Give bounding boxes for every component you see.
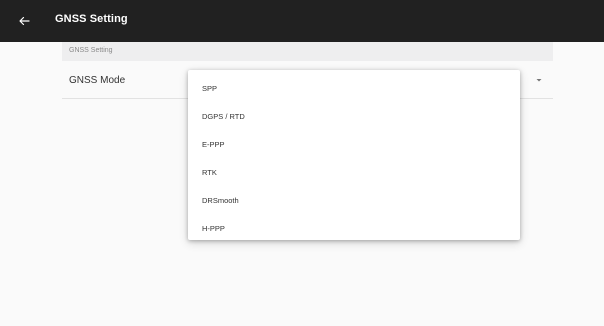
gnss-mode-dropdown-menu: SPP DGPS / RTD E-PPP RTK DRSmooth H-PPP [188,70,520,240]
app-screen: GNSS Setting GNSS Setting GNSS Mode SPP … [0,0,604,326]
menu-option-spp[interactable]: SPP [188,74,520,102]
section-header-label: GNSS Setting [69,47,113,54]
menu-option-dgps-rtd[interactable]: DGPS / RTD [188,102,520,130]
dropdown-arrow-icon[interactable] [535,77,543,83]
arrow-back-icon [19,16,30,26]
section-header: GNSS Setting [62,42,553,61]
menu-option-rtk[interactable]: RTK [188,158,520,186]
menu-option-e-ppp[interactable]: E-PPP [188,130,520,158]
back-button[interactable] [12,9,36,33]
gnss-mode-label: GNSS Mode [69,75,126,86]
menu-option-drsmooth[interactable]: DRSmooth [188,186,520,214]
page-title: GNSS Setting [55,13,128,25]
menu-option-h-ppp[interactable]: H-PPP [188,214,520,242]
app-bar: GNSS Setting [0,0,604,42]
